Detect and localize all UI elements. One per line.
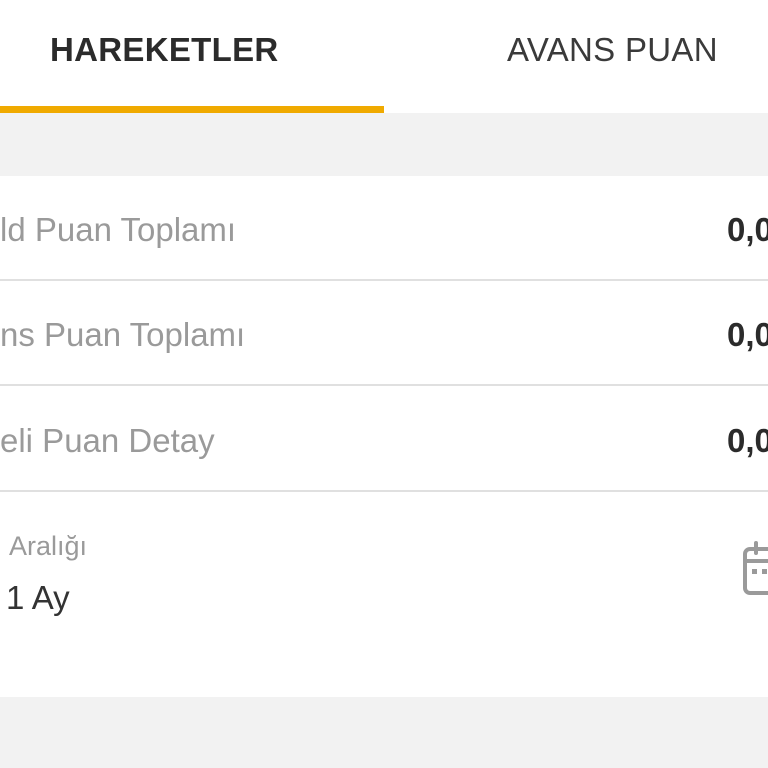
- summary-row-value: 0,0: [727, 211, 768, 248]
- date-range-value: 1 Ay: [6, 579, 70, 616]
- calendar-icon[interactable]: [742, 541, 768, 601]
- tab-hareketler-label: HAREKETLER: [50, 31, 279, 68]
- tab-hareketler[interactable]: HAREKETLER: [0, 0, 384, 113]
- date-range-caption: Aralığı: [9, 531, 88, 561]
- summary-row-label: ns Puan Toplamı: [0, 316, 246, 353]
- summary-row: ns Puan Toplamı 0,0: [0, 281, 768, 386]
- tab-bar: HAREKETLER AVANS PUAN: [0, 0, 768, 113]
- summary-row: eli Puan Detay 0,0: [0, 387, 768, 492]
- summary-row-label: eli Puan Detay: [0, 422, 215, 459]
- summary-row: ld Puan Toplamı 0,0: [0, 176, 768, 281]
- date-range-selector[interactable]: Aralığı 1 Ay: [0, 494, 768, 697]
- tab-avans-puan-label: AVANS PUAN: [507, 31, 718, 68]
- summary-row-value: 0,0: [727, 422, 768, 459]
- active-tab-indicator: [0, 106, 384, 113]
- points-summary-card: ld Puan Toplamı 0,0 ns Puan Toplamı 0,0 …: [0, 176, 768, 697]
- tab-avans-puan[interactable]: AVANS PUAN: [384, 0, 768, 113]
- summary-row-value: 0,0: [727, 316, 768, 353]
- summary-row-label: ld Puan Toplamı: [0, 211, 237, 248]
